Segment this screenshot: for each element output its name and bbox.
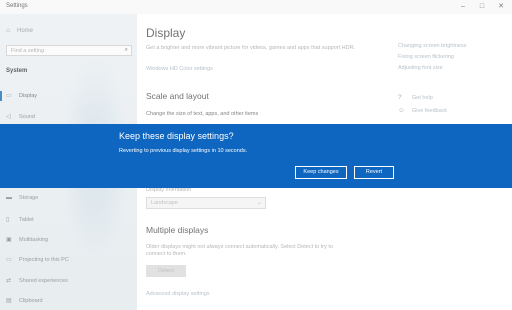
dialog-title: Keep these display settings? [119, 131, 234, 141]
keep-changes-button[interactable]: Keep changes [295, 166, 347, 179]
dialog-message: Reverting to previous display settings i… [119, 148, 248, 154]
settings-window: Settings – □ ✕ ⌂ Home Find a setting ⌕ Sy… [0, 0, 512, 310]
display-settings-dialog: Keep these display settings? Reverting t… [0, 124, 512, 188]
revert-button[interactable]: Revert [354, 166, 394, 179]
